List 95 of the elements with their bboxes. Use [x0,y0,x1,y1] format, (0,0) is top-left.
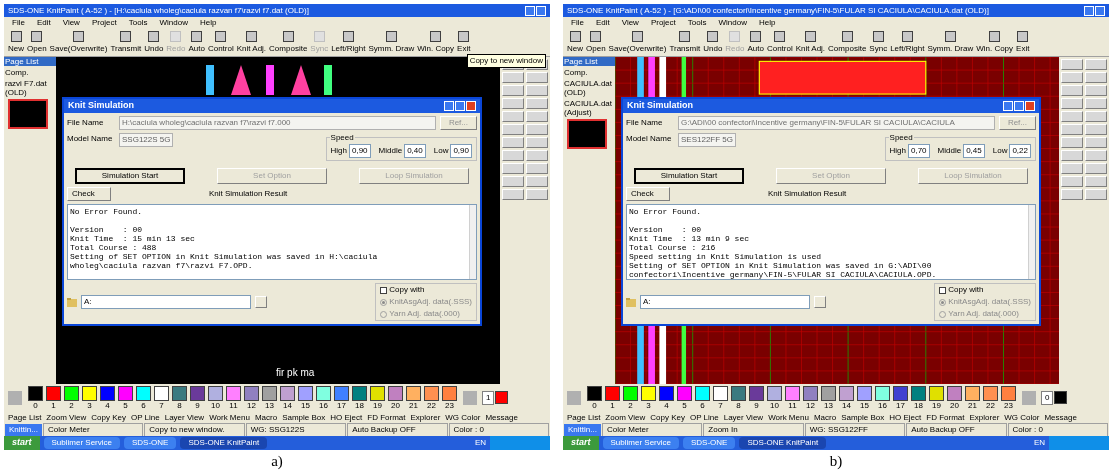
result-line: No Error Found. [629,207,702,216]
result-title: Knit Simulation Result [209,188,288,200]
checkbox-label: Copy with [948,284,984,296]
swatch-number: 15 [301,400,310,410]
swatch-number: 4 [664,400,669,410]
swatch-number: 1 [610,400,615,410]
swatch-number: 10 [770,400,779,410]
swatch-number: 8 [177,400,182,410]
dialog-title: Knit Simulation [627,99,693,113]
current-color-number: 1 [482,390,495,405]
swatch-number: 17 [896,400,905,410]
swatch-number: 22 [986,400,995,410]
field-label: File Name [67,117,105,129]
result-line: Knit Time : 13 min 9 sec [629,234,751,243]
group-label: Speed [329,132,355,144]
swatch-number: 15 [860,400,869,410]
swatch-number: 8 [736,400,741,410]
swatch-number: 3 [646,400,651,410]
swatch-number: 5 [682,400,687,410]
swatch-number: 16 [319,400,328,410]
figure-caption: a) [271,452,283,471]
window-title: SDS-ONE KnitPaint ( A-52 ) - [H:\caciula wholeg\caciula razvan f7\razvi f7.dat (OLD)] [8,4,309,17]
result-line: Knit Time : 15 min 13 sec [70,234,196,243]
swatch-number: 12 [247,400,256,410]
swatch-number: 13 [824,400,833,410]
swatch-number: 5 [123,400,128,410]
swatch-number: 10 [211,400,220,410]
current-color-number: 0 [1041,390,1054,405]
language-indicator: EN [1033,437,1045,449]
result-line: Total Course : 216 [629,243,717,252]
swatch-number: 0 [33,400,38,410]
radio-label: Yarn Adj. data(.000) [389,308,460,320]
swatch-number: 20 [950,400,959,410]
radio-label: KnitAsgAdj. data(.SSS) [389,296,472,308]
swatch-number: 18 [355,400,364,410]
checkbox-label: Copy with [389,284,425,296]
swatch-number: 3 [87,400,92,410]
radio-label: Yarn Adj. data(.000) [948,308,1019,320]
swatch-number: 14 [842,400,851,410]
swatch-number: 13 [265,400,274,410]
speed-label: Middle [378,145,403,157]
swatch-number: 22 [427,400,436,410]
swatch-number: 9 [754,400,759,410]
speed-label: High [889,145,906,157]
swatch-number: 17 [337,400,346,410]
swatch-number: 7 [159,400,164,410]
swatch-number: 21 [409,400,418,410]
model-name-field: SSG122S 5G [119,133,174,147]
field-label: Model Name [626,133,673,145]
speed-label: Low [433,145,449,157]
swatch-number: 6 [700,400,705,410]
swatch-number: 6 [141,400,146,410]
window-title: SDS-ONE KnitPaint ( A-52 ) - [G:\ADI\00 confectori\Incentive germany\FIN-5\FULAR SI CACIULA\CACIULA.dat (OLD)] [567,4,989,17]
swatch-number: 12 [806,400,815,410]
swatch-number: 19 [373,400,382,410]
swatch-number: 7 [718,400,723,410]
result-line: Setting of SET OPTION in Knit Simulation was saved in H:\caciula [70,252,379,261]
result-line: Version : 00 [70,225,143,234]
field-label: Model Name [67,133,114,145]
result-line: wholeg\caciula razvan f7\razvi F7.OPD. [70,261,254,270]
radio-label: KnitAsgAdj. data(.SSS) [948,296,1031,308]
swatch-number: 18 [914,400,923,410]
language-indicator: EN [474,437,486,449]
swatch-number: 23 [1004,400,1013,410]
result-line: Speed setting in Knit Simulation is used [629,252,823,261]
swatch-number: 2 [69,400,74,410]
swatch-number: 4 [105,400,110,410]
swatch-number: 21 [968,400,977,410]
result-line: Setting of SET OPTION in Knit Simulation was saved in G:\ADI\00 [629,261,933,270]
swatch-number: 11 [788,400,797,410]
swatch-number: 23 [445,400,454,410]
swatch-number: 19 [932,400,941,410]
swatch-number: 1 [51,400,56,410]
swatch-number: 9 [195,400,200,410]
swatch-number: 16 [878,400,887,410]
result-line: confectori\Incentive germany\FIN-5\FULAR SI CACIULA\CACIULA.OPD. [629,270,938,279]
swatch-number: 14 [283,400,292,410]
group-label: Speed [888,132,914,144]
swatch-number: 2 [628,400,633,410]
tooltip: Copy to new window [466,54,546,68]
canvas-label: fir pk ma [276,366,315,380]
swatch-number: 0 [592,400,597,410]
speed-label: High [330,145,347,157]
result-line: Total Course : 488 [70,243,158,252]
speed-label: Low [992,145,1008,157]
figure-caption: b) [829,452,843,471]
swatch-number: 20 [391,400,400,410]
result-title: Knit Simulation Result [768,188,847,200]
result-line: Version : 00 [629,225,702,234]
swatch-number: 11 [229,400,238,410]
dialog-title: Knit Simulation [68,99,134,113]
field-label: File Name [626,117,664,129]
result-line: No Error Found. [70,207,143,216]
speed-label: Middle [937,145,962,157]
model-name-field: SES122FF 5G [678,133,737,147]
